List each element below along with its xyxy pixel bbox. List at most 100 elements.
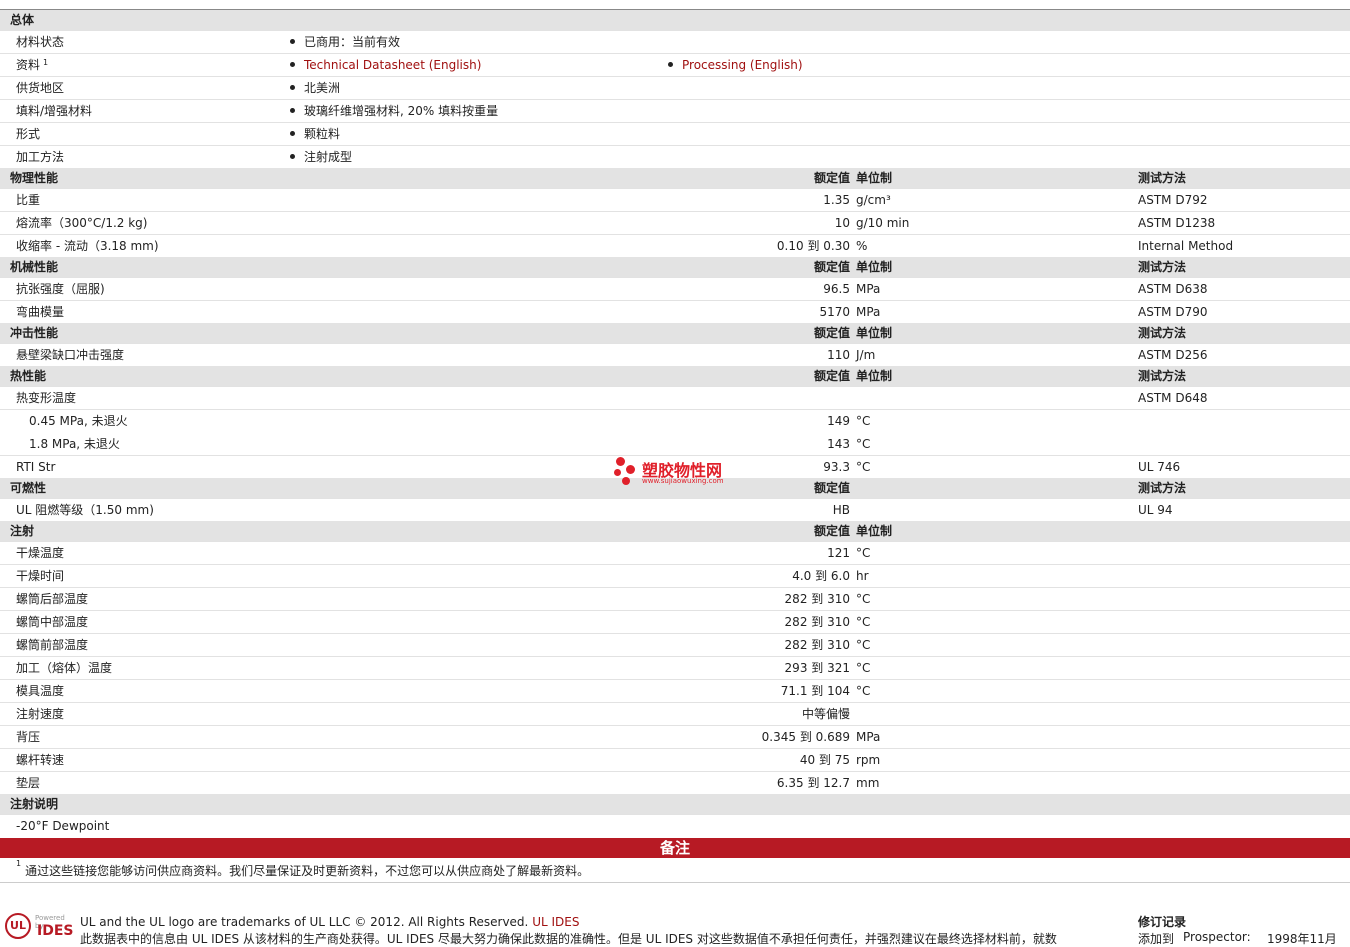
- revision-label: 添加到: [1138, 932, 1175, 946]
- section-physical: 物理性能 额定值 单位制 测试方法: [0, 168, 1350, 189]
- section-title: 热性能: [10, 369, 47, 383]
- row-label: 供货地区: [16, 81, 65, 95]
- row-label: 熔流率（300°C/1.2 kg): [16, 216, 148, 230]
- row-unit: MPa: [856, 282, 881, 296]
- header-nominal: 额定值: [813, 326, 850, 340]
- bullet-icon: [668, 62, 673, 67]
- row-value: 5170: [819, 305, 850, 319]
- section-title: 总体: [10, 13, 35, 27]
- row-value: 4.0 到 6.0: [792, 569, 850, 583]
- ul-logo-icon: UL: [5, 913, 31, 939]
- row-value: 1.35: [823, 193, 850, 207]
- header-nominal: 额定值: [813, 369, 850, 383]
- header-method: 测试方法: [1138, 369, 1187, 383]
- row-unit: g/10 min: [856, 216, 910, 230]
- section-title: 冲击性能: [10, 326, 59, 340]
- technical-datasheet-link[interactable]: Technical Datasheet (English): [304, 58, 481, 72]
- table-row: 0.45 MPa, 未退火 149 °C: [0, 410, 1350, 433]
- watermark-dot-icon: [614, 469, 621, 476]
- header-unit: 单位制: [856, 260, 893, 274]
- header-method: 测试方法: [1138, 481, 1187, 495]
- row-label: 模具温度: [16, 684, 65, 698]
- trademark-text: UL and the UL logo are trademarks of UL …: [80, 915, 580, 929]
- row-unit: hr: [856, 569, 869, 583]
- header-nominal: 额定值: [813, 481, 850, 495]
- bullet-icon: [290, 39, 295, 44]
- table-row: 抗张强度（屈服) 96.5 MPa ASTM D638: [0, 278, 1350, 301]
- row-label: 干燥温度: [16, 546, 65, 560]
- row-label: 注射速度: [16, 707, 65, 721]
- bullet-icon: [290, 108, 295, 113]
- table-row: 悬壁梁缺口冲击强度 110 J/m ASTM D256: [0, 344, 1350, 367]
- header-unit: 单位制: [856, 524, 893, 538]
- row-label: 收缩率 - 流动（3.18 mm): [16, 239, 159, 253]
- notes-banner: 备注: [0, 838, 1350, 858]
- header-nominal: 额定值: [813, 260, 850, 274]
- bullet-icon: [290, 85, 295, 90]
- table-row: 背压 0.345 到 0.689 MPa: [0, 726, 1350, 749]
- row-label: 热变形温度: [16, 391, 77, 405]
- section-thermal: 热性能 额定值 单位制 测试方法: [0, 366, 1350, 387]
- revision-title: 修订记录: [1138, 915, 1187, 929]
- row-label: 0.45 MPa, 未退火: [29, 414, 128, 428]
- bullet-icon: [290, 62, 295, 67]
- row-method: ASTM D1238: [1138, 216, 1216, 230]
- row-unit: J/m: [856, 348, 876, 362]
- section-title: 机械性能: [10, 260, 59, 274]
- watermark-dot-icon: [622, 477, 630, 485]
- row-unit: °C: [856, 592, 871, 606]
- row-value: 71.1 到 104: [780, 684, 850, 698]
- header-unit: 单位制: [856, 326, 893, 340]
- list-item: 北美洲: [290, 77, 340, 100]
- row-label: 螺筒中部温度: [16, 615, 89, 629]
- table-row: 供货地区 北美洲: [0, 77, 1350, 100]
- row-label: 背压: [16, 730, 41, 744]
- list-item: Technical Datasheet (English): [290, 54, 481, 77]
- row-method: UL 94: [1138, 503, 1173, 517]
- row-label: 材料状态: [16, 35, 65, 49]
- row-value: 282 到 310: [784, 615, 850, 629]
- section-injection: 注射 额定值 单位制: [0, 521, 1350, 542]
- row-value: 6.35 到 12.7: [776, 776, 850, 790]
- row-value: 0.10 到 0.30: [776, 239, 850, 253]
- table-row: 螺杆转速 40 到 75 rpm: [0, 749, 1350, 772]
- revision-value: Prospector:: [1183, 930, 1251, 944]
- processing-link[interactable]: Processing (English): [682, 58, 803, 72]
- table-row: 模具温度 71.1 到 104 °C: [0, 680, 1350, 703]
- header-unit: 单位制: [856, 369, 893, 383]
- row-label: 比重: [16, 193, 41, 207]
- row-value: 149: [827, 414, 850, 428]
- watermark-logo: 塑胶物性网 www.sujiaowuxing.com: [612, 455, 752, 489]
- table-row: 熔流率（300°C/1.2 kg) 10 g/10 min ASTM D1238: [0, 212, 1350, 235]
- table-row: 热变形温度 ASTM D648: [0, 387, 1350, 410]
- table-row: 材料状态 已商用：当前有效: [0, 31, 1350, 54]
- row-unit: °C: [856, 684, 871, 698]
- section-title: 可燃性: [10, 481, 47, 495]
- header-unit: 单位制: [856, 171, 893, 185]
- footnote: 1通过这些链接您能够访问供应商资料。我们尽量保证及时更新资料，不过您可以从供应商…: [16, 859, 590, 878]
- table-row: 资料 1 Technical Datasheet (English) Proces…: [0, 54, 1350, 77]
- row-label: 资料 1: [16, 58, 49, 72]
- row-label: 螺杆转速: [16, 753, 65, 767]
- footer-divider: [0, 882, 1350, 883]
- row-label: 抗张强度（屈服): [16, 282, 105, 296]
- table-row: 弯曲模量 5170 MPa ASTM D790: [0, 301, 1350, 324]
- table-row: 比重 1.35 g/cm³ ASTM D792: [0, 189, 1350, 212]
- table-row: UL 阻燃等级（1.50 mm) HB UL 94: [0, 499, 1350, 522]
- ul-ides-link[interactable]: UL IDES: [532, 915, 579, 929]
- section-general: 总体: [0, 10, 1350, 31]
- row-value: 282 到 310: [784, 592, 850, 606]
- table-row: 垫层 6.35 到 12.7 mm: [0, 772, 1350, 795]
- section-title: 注射: [10, 524, 35, 538]
- row-unit: °C: [856, 460, 871, 474]
- row-method: ASTM D256: [1138, 348, 1208, 362]
- row-value: 143: [827, 437, 850, 451]
- header-nominal: 额定值: [813, 524, 850, 538]
- row-value: 中等偏慢: [801, 707, 850, 721]
- row-value: 0.345 到 0.689: [761, 730, 850, 744]
- row-label: 形式: [16, 127, 41, 141]
- row-unit: °C: [856, 546, 871, 560]
- row-value: 10: [834, 216, 850, 230]
- bullet-icon: [290, 154, 295, 159]
- row-unit: °C: [856, 638, 871, 652]
